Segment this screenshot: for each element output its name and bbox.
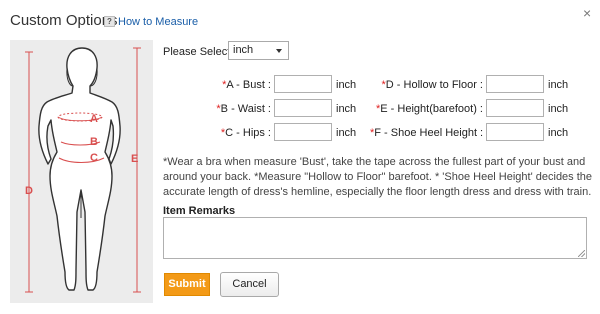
submit-button[interactable]: Submit xyxy=(164,273,210,296)
height-barefoot-input[interactable] xyxy=(486,99,544,117)
hips-input[interactable] xyxy=(274,123,332,141)
cancel-button[interactable]: Cancel xyxy=(220,272,279,297)
bust-unit: inch xyxy=(336,79,357,91)
hollow-to-floor-unit: inch xyxy=(548,79,569,91)
bust-label: *A - Bust : xyxy=(222,79,271,91)
unit-select-value: inch xyxy=(233,44,254,56)
label-b: B xyxy=(90,136,98,148)
height-barefoot-unit: inch xyxy=(548,103,569,115)
help-icon[interactable]: ? xyxy=(104,16,115,27)
measurement-note: *Wear a bra when measure 'Bust', take th… xyxy=(163,156,593,198)
body-outline xyxy=(38,47,121,291)
item-remarks-textarea[interactable] xyxy=(163,217,587,259)
label-e: E xyxy=(131,153,138,165)
resize-grip-icon[interactable] xyxy=(578,250,585,257)
waist-label: *B - Waist : xyxy=(216,103,271,115)
shoe-heel-height-unit: inch xyxy=(548,127,569,139)
hips-label: *C - Hips : xyxy=(220,127,271,139)
label-c: C xyxy=(90,152,98,164)
hollow-to-floor-label: *D - Hollow to Floor : xyxy=(381,79,483,91)
label-d: D xyxy=(25,185,33,197)
how-to-measure-link[interactable]: How to Measure xyxy=(118,16,198,28)
bust-input[interactable] xyxy=(274,75,332,93)
unit-select-label: Please Select : xyxy=(163,46,237,58)
chevron-down-icon xyxy=(276,49,282,53)
item-remarks-label: Item Remarks xyxy=(163,205,236,217)
measurement-figure: A B C D E xyxy=(10,40,153,303)
shoe-heel-height-input[interactable] xyxy=(486,123,544,141)
dialog-title: Custom Options xyxy=(10,12,118,29)
hips-unit: inch xyxy=(336,127,357,139)
waist-unit: inch xyxy=(336,103,357,115)
unit-select[interactable]: inch xyxy=(228,41,289,60)
shoe-heel-height-label: *F - Shoe Heel Height : xyxy=(370,127,484,139)
height-barefoot-label: *E - Height(barefoot) : xyxy=(376,103,483,115)
close-icon[interactable]: × xyxy=(583,5,591,21)
label-a: A xyxy=(90,113,98,125)
waist-input[interactable] xyxy=(274,99,332,117)
hollow-to-floor-input[interactable] xyxy=(486,75,544,93)
